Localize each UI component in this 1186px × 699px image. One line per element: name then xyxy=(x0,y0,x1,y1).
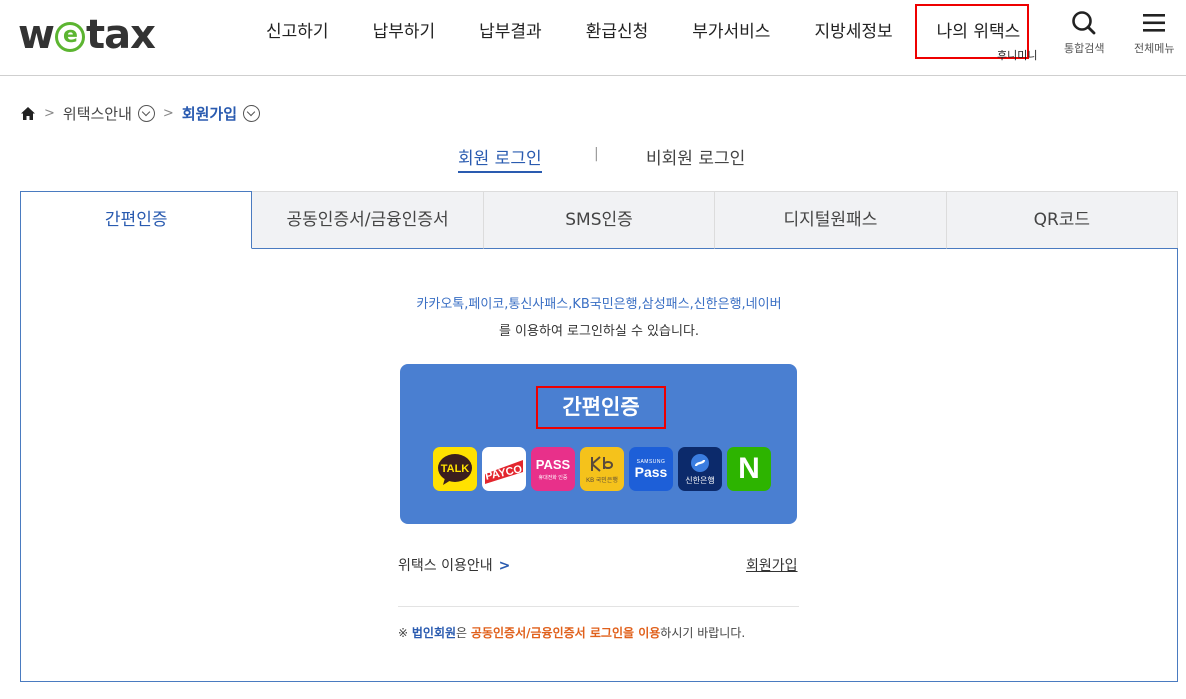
nav-item-refund[interactable]: 환급신청 xyxy=(564,0,671,64)
signup-link[interactable]: 회원가입 xyxy=(746,555,798,575)
search-label: 통합검색 xyxy=(1064,42,1105,55)
login-type-tabs: 회원 로그인 | 비회원 로그인 xyxy=(0,144,1186,174)
simple-auth-title: 간편인증 xyxy=(536,386,666,429)
note-login-method: 공동인증서/금융인증서 로그인을 이용 xyxy=(470,626,661,640)
search-icon xyxy=(1072,11,1096,35)
breadcrumb-current[interactable]: 회원가입 xyxy=(182,103,237,124)
wetax-guide-link[interactable]: 위택스 이용안내 > xyxy=(398,555,510,575)
auth-method-tabs: 간편인증 공동인증서/금융인증서 SMS인증 디지털원패스 QR코드 xyxy=(20,191,1179,249)
shinhan-bank-icon-label: 신한은행 xyxy=(685,475,715,485)
simple-auth-button[interactable]: 간편인증 TALK PAYCO PASS 휴대전화 인증 KB 국민은행 SAM… xyxy=(400,364,797,524)
nav-sub-tooltip: 후니미니 xyxy=(997,49,1038,62)
nav-item-local-tax-info[interactable]: 지방세정보 xyxy=(792,0,914,64)
tab-simple-auth[interactable]: 간편인증 xyxy=(20,191,253,249)
note-mark: ※ xyxy=(398,626,412,640)
all-menu-label: 전체메뉴 xyxy=(1134,42,1175,55)
kakaotalk-icon-label: TALK xyxy=(441,463,470,475)
payco-icon-label: PAYCO xyxy=(484,463,523,483)
breadcrumb-level1[interactable]: 위택스안내 xyxy=(63,103,132,124)
shinhan-bank-icon: 신한은행 xyxy=(678,447,722,491)
wetax-logo[interactable]: w e tax xyxy=(18,12,156,58)
tab-member-login[interactable]: 회원 로그인 xyxy=(458,144,542,173)
nav-item-pay[interactable]: 납부하기 xyxy=(351,0,458,64)
divider xyxy=(398,606,799,607)
guide-link-label: 위택스 이용안내 xyxy=(398,558,493,574)
logo-e-mark: e xyxy=(54,22,85,52)
note-corporate-member: 법인회원 xyxy=(411,626,457,640)
naver-icon-label: N xyxy=(738,452,760,485)
pass-icon: PASS 휴대전화 인증 xyxy=(531,447,575,491)
main-nav: 신고하기 납부하기 납부결과 환급신청 부가서비스 지방세정보 나의 위택스 xyxy=(244,0,1042,64)
tab-nonmember-login[interactable]: 비회원 로그인 xyxy=(646,144,745,169)
note-particle: 은 xyxy=(456,626,471,640)
logo-text-tax: tax xyxy=(85,12,156,58)
chevron-right-icon: > xyxy=(44,106,55,121)
auth-app-list: TALK PAYCO PASS 휴대전화 인증 KB 국민은행 SAMSUNG … xyxy=(433,447,776,491)
site-header: w e tax 신고하기 납부하기 납부결과 환급신청 부가서비스 지방세정보 나의… xyxy=(0,0,1186,76)
tab-qr-code[interactable]: QR코드 xyxy=(946,191,1179,249)
chevron-down-icon[interactable] xyxy=(137,105,155,122)
nav-item-extra-service[interactable]: 부가서비스 xyxy=(670,0,792,64)
logo-text-w: w xyxy=(18,12,55,58)
breadcrumb: > 위택스안내 > 회원가입 xyxy=(20,103,261,124)
nav-item-pay-result[interactable]: 납부결과 xyxy=(457,0,564,64)
tab-separator: | xyxy=(594,146,599,162)
payco-icon: PAYCO xyxy=(482,447,526,491)
home-icon[interactable] xyxy=(20,106,36,121)
tab-joint-certificate[interactable]: 공동인증서/금융인증서 xyxy=(252,191,484,249)
providers-text: 카카오톡,페이코,통신사패스,KB국민은행,삼성패스,신한은행,네이버 xyxy=(416,297,782,312)
tab-sms-auth[interactable]: SMS인증 xyxy=(483,191,716,249)
pass-icon-label: PASS xyxy=(535,456,571,472)
tab-digital-onepass[interactable]: 디지털원패스 xyxy=(715,191,947,249)
naver-icon: N xyxy=(727,447,771,491)
all-menu-button[interactable]: 전체메뉴 xyxy=(1134,10,1174,56)
kakaotalk-icon: TALK xyxy=(433,447,477,491)
pass-icon-sub: 휴대전화 인증 xyxy=(538,474,568,481)
nav-item-report[interactable]: 신고하기 xyxy=(244,0,351,64)
note-suffix: 하시기 바랍니다. xyxy=(660,626,746,640)
kb-bank-icon-label: KB 국민은행 xyxy=(586,477,618,484)
hamburger-icon xyxy=(1143,14,1166,32)
samsung-pass-icon-label: Pass xyxy=(634,463,668,480)
samsung-pass-icon: SAMSUNG Pass xyxy=(629,447,673,491)
usage-text: 를 이용하여 로그인하실 수 있습니다. xyxy=(498,324,700,339)
corporate-notice: ※ 법인회원은 공동인증서/금융인증서 로그인을 이용하시기 바랍니다. xyxy=(398,624,745,641)
chevron-down-icon[interactable] xyxy=(243,105,261,122)
chevron-right-icon: > xyxy=(162,106,174,121)
search-button[interactable]: 통합검색 xyxy=(1064,10,1104,56)
kb-bank-icon: KB 국민은행 xyxy=(580,447,624,491)
chevron-right-icon: > xyxy=(498,558,511,574)
